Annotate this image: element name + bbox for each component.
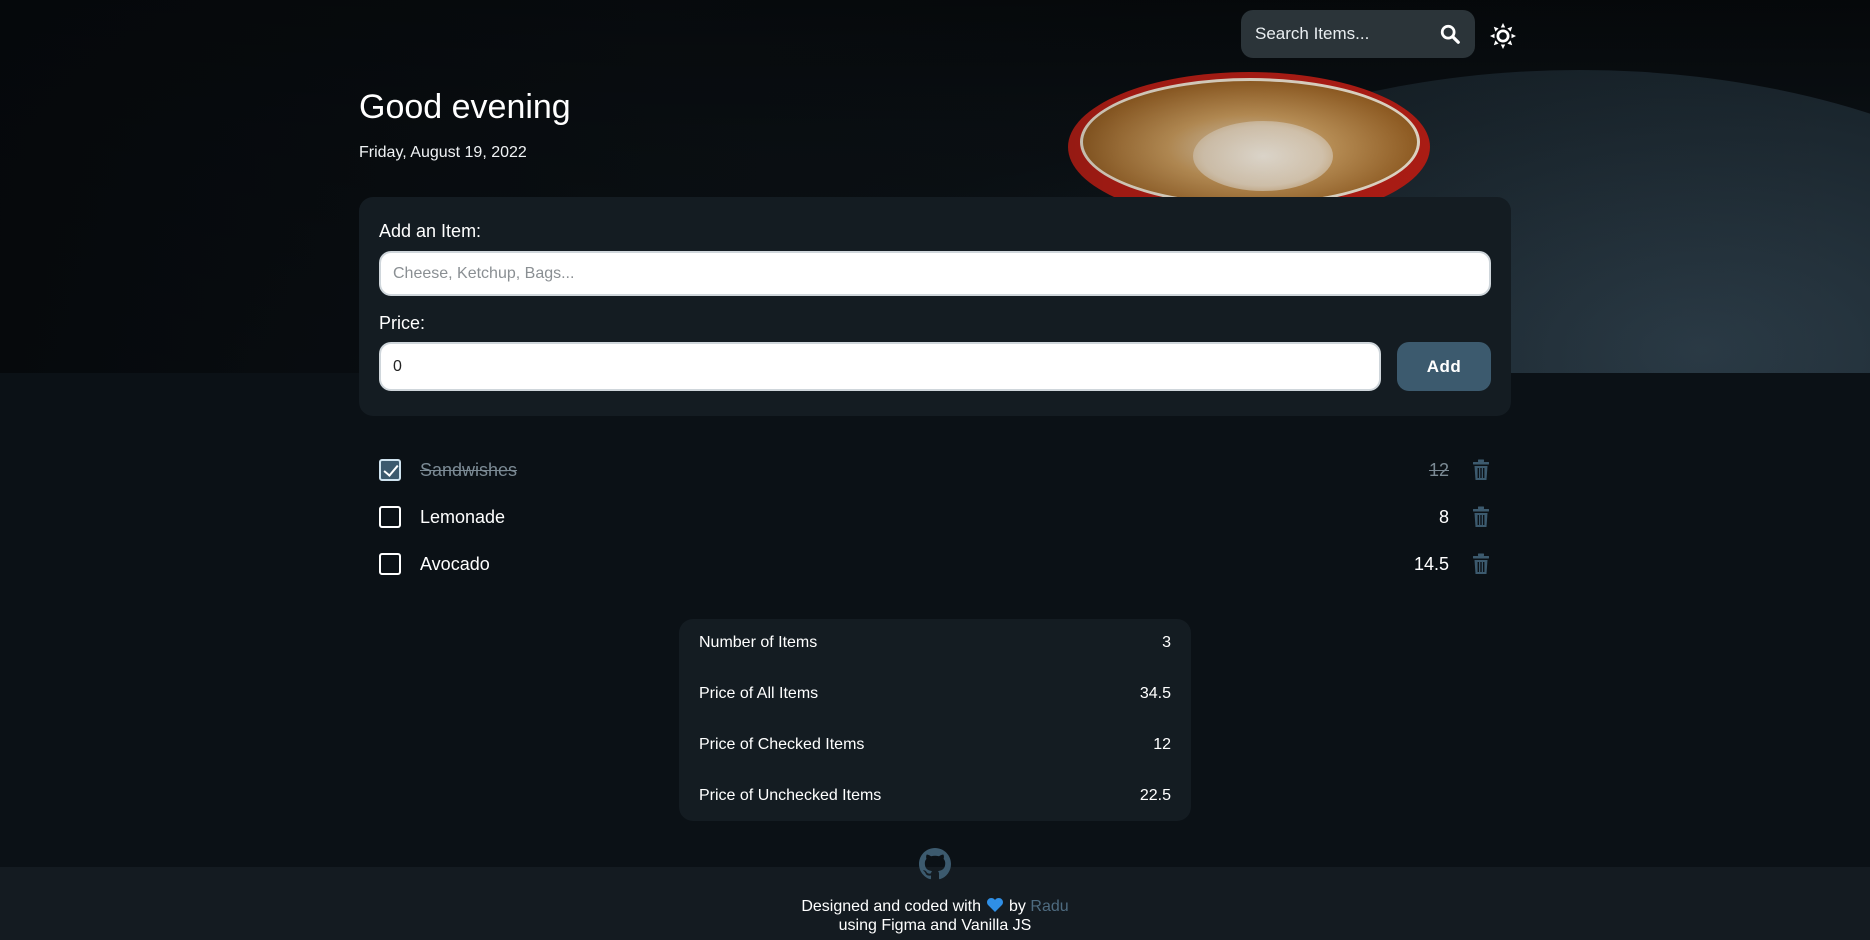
add-button[interactable]: Add xyxy=(1397,342,1491,391)
summary-label: Price of All Items xyxy=(699,685,819,702)
github-icon[interactable] xyxy=(919,848,951,880)
sun-icon[interactable] xyxy=(1490,23,1516,49)
trash-icon[interactable] xyxy=(1472,553,1490,575)
price-label: Price: xyxy=(379,313,426,333)
footer-prefix: Designed and coded with xyxy=(801,898,982,915)
top-bar xyxy=(0,10,1870,60)
item-name-input[interactable] xyxy=(379,251,1491,296)
summary-value: 3 xyxy=(1162,634,1171,651)
item-name: Avocado xyxy=(420,554,490,574)
item-label: Add an Item: xyxy=(379,221,482,241)
item-price: 14.5 xyxy=(1413,554,1449,574)
summary-label: Price of Unchecked Items xyxy=(699,787,882,804)
trash-icon[interactable] xyxy=(1472,506,1490,528)
summary-row: Price of Checked Items 12 xyxy=(679,721,1191,772)
trash-icon[interactable] xyxy=(1472,459,1490,481)
item-list: Sandwishes 12 Lemonade 8 Avocado 14.5 xyxy=(359,447,1511,588)
search-box[interactable] xyxy=(1241,10,1475,58)
summary-row: Number of Items 3 xyxy=(679,619,1191,670)
current-date: Friday, August 19, 2022 xyxy=(359,144,527,161)
item-checkbox[interactable] xyxy=(379,459,401,481)
summary-value: 12 xyxy=(1153,736,1171,753)
footer-by: by xyxy=(1009,898,1026,915)
author-link[interactable]: Radu xyxy=(1030,898,1068,915)
search-icon[interactable] xyxy=(1439,23,1461,45)
footer-credit: Designed and coded with by Radu xyxy=(0,898,1870,916)
heart-icon xyxy=(987,898,1004,912)
list-item: Avocado 14.5 xyxy=(359,541,1511,588)
search-input[interactable] xyxy=(1255,24,1425,44)
price-input[interactable] xyxy=(379,342,1381,391)
item-price: 8 xyxy=(1438,507,1449,527)
item-name: Lemonade xyxy=(420,507,506,527)
summary-row: Price of All Items 34.5 xyxy=(679,670,1191,721)
add-item-form: Add an Item: Price: Add xyxy=(359,197,1511,416)
item-name: Sandwishes xyxy=(420,460,518,480)
summary-row: Price of Unchecked Items 22.5 xyxy=(679,772,1191,823)
item-checkbox[interactable] xyxy=(379,506,401,528)
summary-label: Number of Items xyxy=(699,634,818,651)
footer-tech: using Figma and Vanilla JS xyxy=(838,917,1032,934)
list-item: Sandwishes 12 xyxy=(359,447,1511,494)
item-checkbox[interactable] xyxy=(379,553,401,575)
page-title: Good evening xyxy=(359,88,571,126)
summary-card: Number of Items 3 Price of All Items 34.… xyxy=(679,619,1191,821)
list-item: Lemonade 8 xyxy=(359,494,1511,541)
item-price: 12 xyxy=(1428,460,1449,480)
summary-label: Price of Checked Items xyxy=(699,736,865,753)
summary-value: 34.5 xyxy=(1139,685,1171,702)
summary-value: 22.5 xyxy=(1139,787,1171,804)
